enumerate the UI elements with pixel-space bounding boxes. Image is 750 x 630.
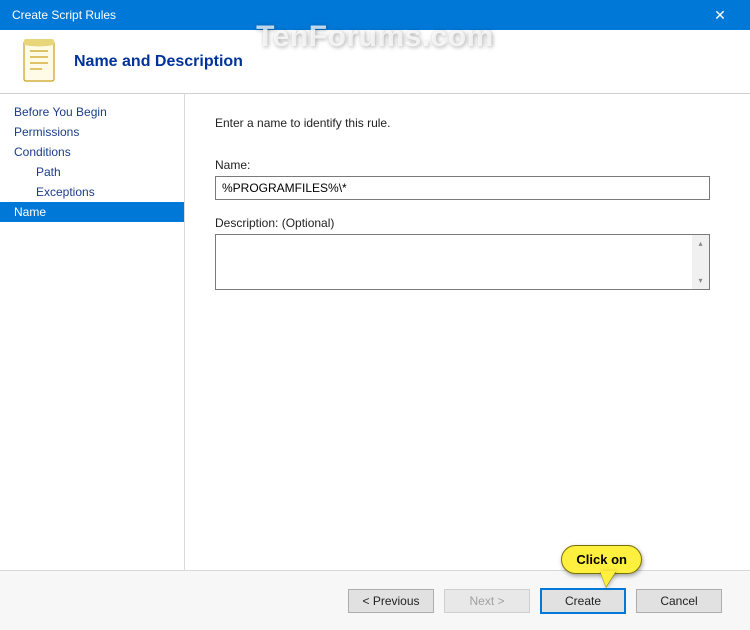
description-label: Description: (Optional) [215,216,710,230]
sidebar-item-permissions[interactable]: Permissions [0,122,184,142]
chevron-down-icon[interactable]: ▾ [692,272,709,289]
sidebar-item-name[interactable]: Name [0,202,184,222]
wizard-body: Before You Begin Permissions Conditions … [0,94,750,570]
callout-bubble: Click on [561,545,642,574]
wizard-footer: < Previous Next > Create Cancel [0,570,750,630]
wizard-sidebar: Before You Begin Permissions Conditions … [0,94,185,570]
next-button: Next > [444,589,530,613]
name-input[interactable] [215,176,710,200]
close-icon[interactable]: ✕ [700,7,740,24]
instruction-text: Enter a name to identify this rule. [215,116,710,130]
callout-tail-icon [600,571,616,587]
wizard-main: Enter a name to identify this rule. Name… [185,94,750,570]
sidebar-item-exceptions[interactable]: Exceptions [0,182,184,202]
page-heading: Name and Description [74,53,243,71]
create-button[interactable]: Create [540,588,626,614]
window-title: Create Script Rules [12,8,700,22]
sidebar-item-conditions[interactable]: Conditions [0,142,184,162]
cancel-button[interactable]: Cancel [636,589,722,613]
sidebar-item-before-you-begin[interactable]: Before You Begin [0,102,184,122]
previous-button[interactable]: < Previous [348,589,434,613]
chevron-up-icon[interactable]: ▴ [692,235,709,252]
textarea-scrollbar[interactable]: ▴ ▾ [692,235,709,289]
sidebar-item-path[interactable]: Path [0,162,184,182]
wizard-header: Name and Description [0,30,750,94]
callout-annotation: Click on [561,545,642,574]
document-icon [16,38,64,86]
name-label: Name: [215,158,710,172]
description-input[interactable] [215,234,710,290]
titlebar: Create Script Rules ✕ [0,0,750,30]
callout-label: Click on [576,552,627,567]
